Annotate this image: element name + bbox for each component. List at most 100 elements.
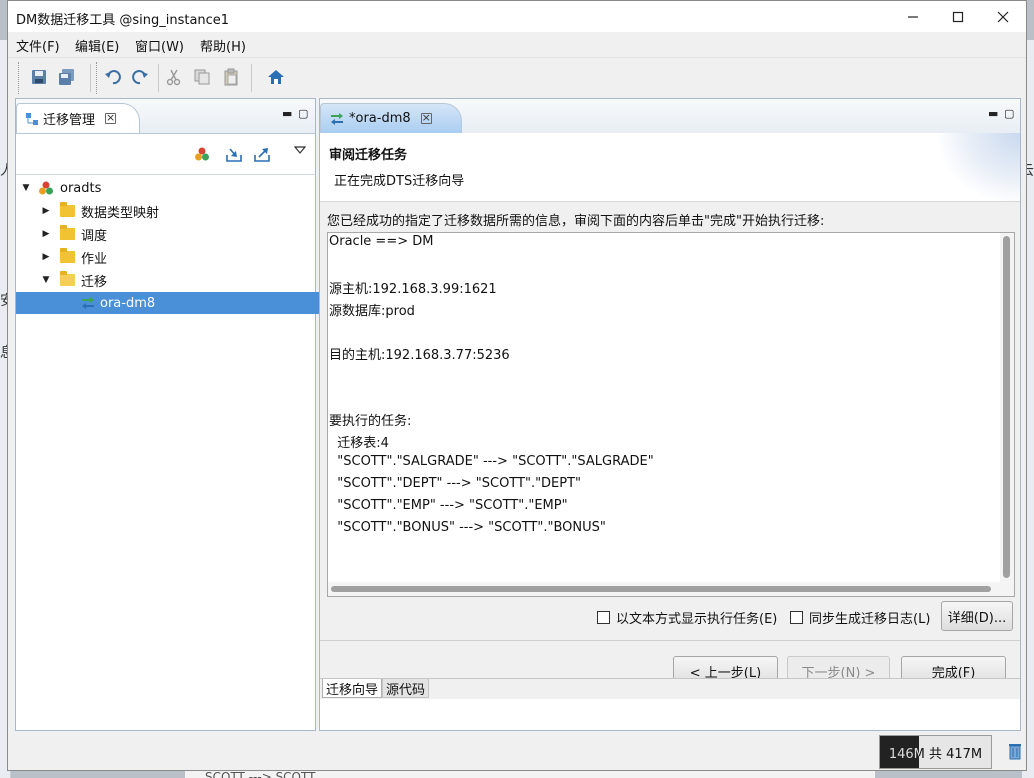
new-project-button[interactable] [191,143,213,165]
checkbox-label: 以文本方式显示执行任务(E) [616,612,778,627]
minimize-icon [908,15,918,18]
scroll-thumb[interactable] [1003,236,1010,578]
tab-migration-wizard[interactable]: 迁移向导 [322,679,383,698]
heap-status[interactable]: 146M 共 417M [879,735,992,769]
summary-line: 目的主机:192.168.3.77:5236 [329,348,510,363]
minimize-button[interactable] [890,1,936,32]
toolbar-separator [158,64,159,92]
tab-label: 迁移管理 [43,113,96,128]
summary-text-area[interactable]: Oracle ==> DM 源主机:192.168.3.99:1621 源数据库:p… [327,232,1015,597]
wizard-subtitle: 正在完成DTS迁移向导 [334,174,465,189]
copy-button[interactable] [191,66,213,88]
menu-edit[interactable]: 编辑(E) [75,36,119,55]
close-tab-icon[interactable]: × [420,112,432,124]
import-button[interactable] [223,143,245,165]
save-all-button[interactable] [56,66,78,88]
migration-arrows-icon [82,297,94,309]
migration-arrows-icon [331,112,343,125]
tree-node-label: ora-dm8 [100,295,156,311]
editor-panel: *ora-dm8 × ▬ ▢ 审阅迁移任务 正在完成DTS迁移向导 您已经成功的… [319,98,1021,731]
menu-help[interactable]: 帮助(H) [200,36,246,55]
app-window: DM数据迁移工具 @sing_instance1 文件(F) 编辑(E) 窗口(… [7,0,1027,771]
toolbar-separator [251,64,252,92]
save-all-icon [59,69,74,85]
horizontal-scrollbar[interactable] [328,582,1014,596]
tree-node-jobs[interactable]: ▶ 作业 [16,246,339,268]
wizard-body: 您已经成功的指定了迁移数据所需的信息，审阅下面的内容后单击"完成"开始执行迁移:… [320,202,1020,686]
details-button[interactable]: 详细(D)... [941,601,1013,631]
project-icon [39,181,53,195]
export-button[interactable] [251,143,273,165]
migration-manager-panel: 迁移管理 × ▬ ▢ ▼ oradts ▶ 数据类型映射 ▶ 调度 ▶ 作业 ▼… [15,98,379,731]
paste-button[interactable] [220,66,242,88]
folder-icon [60,202,75,217]
menu-window[interactable]: 窗口(W) [135,36,184,55]
view-menu-button[interactable] [289,139,311,161]
maximize-view-icon[interactable]: ▢ [298,107,308,120]
migration-tree: ▼ oradts ▶ 数据类型映射 ▶ 调度 ▶ 作业 ▼ 迁移 ora-dm8 [16,174,379,725]
tab-ora-dm8[interactable]: *ora-dm8 × [320,103,462,133]
window-title: DM数据迁移工具 @sing_instance1 [16,13,230,28]
text-mode-checkbox[interactable]: 以文本方式显示执行任务(E) [597,608,777,627]
cut-icon [166,69,181,86]
collapsed-caret-icon[interactable]: ▶ [40,252,52,262]
editor-tab-header: *ora-dm8 × ▬ ▢ [320,99,1020,134]
toolbar-separator [90,64,91,92]
wizard-banner-graphic [940,133,1020,201]
tree-node-schedule[interactable]: ▶ 调度 [16,223,339,245]
project-icon [195,147,209,161]
close-button[interactable] [980,1,1026,32]
summary-line: Oracle ==> DM [329,234,434,249]
tree-node-project[interactable]: ▼ oradts [16,177,319,199]
copy-icon [194,69,210,85]
tree-node-label: 迁移 [81,274,108,290]
redo-button[interactable] [129,66,151,88]
minimize-view-icon[interactable]: ▬ [282,107,292,120]
export-icon [254,148,270,162]
tree-node-label: oradts [60,180,102,196]
save-icon [32,70,46,84]
summary-line: "SCOTT"."EMP" ---> "SCOTT"."EMP" [329,498,568,513]
tab-source-code[interactable]: 源代码 [382,679,430,698]
summary-line: 迁移表:4 [329,436,389,451]
save-button[interactable] [28,66,50,88]
summary-line: 源数据库:prod [329,304,415,319]
heap-text: 146M 共 417M [888,746,983,762]
tree-node-type-mapping[interactable]: ▶ 数据类型映射 [16,200,339,222]
nav-tab-header: 迁移管理 × ▬ ▢ [16,99,315,134]
status-bar: 146M 共 417M [8,732,1026,770]
menu-file[interactable]: 文件(F) [16,36,60,55]
garbage-collect-button[interactable] [1008,742,1022,764]
collapsed-caret-icon[interactable]: ▶ [40,206,52,216]
tree-node-label: 作业 [81,251,108,267]
summary-line: 要执行的任务: [329,414,412,429]
tab-migration-manager[interactable]: 迁移管理 × [16,103,140,133]
undo-button[interactable] [102,66,124,88]
maximize-button[interactable] [935,1,981,32]
scroll-thumb[interactable] [331,586,991,592]
home-button[interactable] [265,66,287,88]
tree-node-label: 调度 [81,228,108,244]
vertical-scrollbar[interactable] [1000,233,1014,583]
nav-toolbar [16,133,315,173]
cut-button[interactable] [163,66,185,88]
migration-manager-icon [26,112,38,125]
toolbar-grip[interactable] [96,62,100,94]
checkbox-box[interactable] [597,611,610,624]
checkbox-box[interactable] [790,611,803,624]
expanded-caret-icon[interactable]: ▼ [40,275,52,285]
sync-log-checkbox[interactable]: 同步生成迁移日志(L) [790,608,930,627]
summary-line: "SCOTT"."SALGRADE" ---> "SCOTT"."SALGRAD… [329,454,654,469]
summary-line: "SCOTT"."DEPT" ---> "SCOTT"."DEPT" [329,476,582,491]
minimize-view-icon[interactable]: ▬ [988,107,998,120]
collapsed-caret-icon[interactable]: ▶ [40,229,52,239]
close-icon [997,11,1009,22]
tree-node-migration[interactable]: ▼ 迁移 [16,269,339,291]
close-tab-icon[interactable]: × [105,112,117,124]
trash-icon [1009,744,1021,760]
summary-line: "SCOTT"."BONUS" ---> "SCOTT"."BONUS" [329,520,606,535]
maximize-view-icon[interactable]: ▢ [1004,107,1014,120]
toolbar-grip[interactable] [18,62,22,94]
wizard-header: 审阅迁移任务 正在完成DTS迁移向导 [320,133,1020,202]
expanded-caret-icon[interactable]: ▼ [20,183,32,193]
